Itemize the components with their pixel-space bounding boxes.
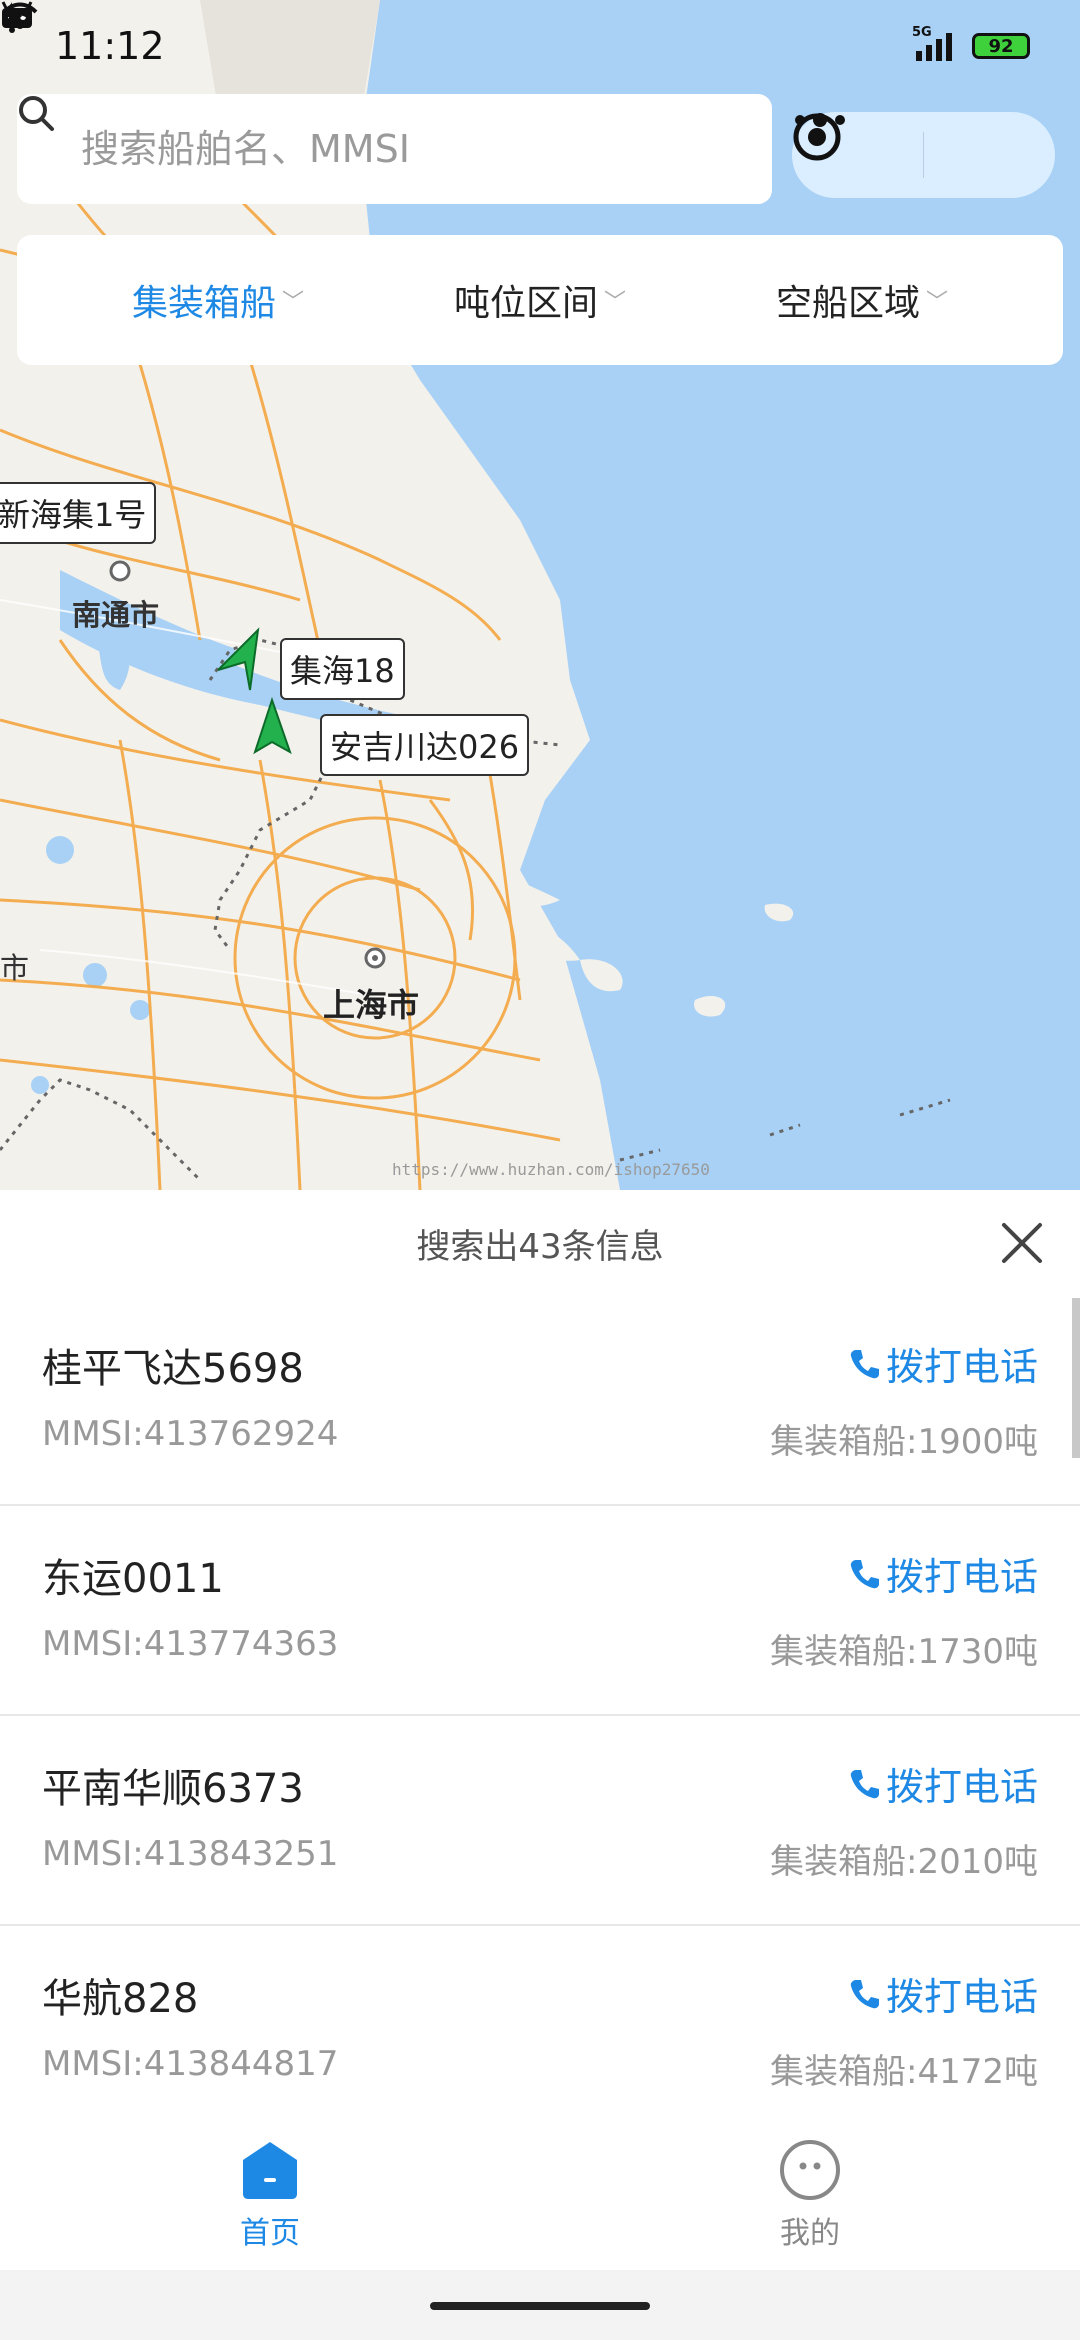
ship-name: 平南华顺6373 bbox=[42, 1766, 304, 1812]
call-button[interactable]: 拨打电话 bbox=[848, 1756, 1038, 1811]
scrollbar[interactable] bbox=[1072, 1298, 1080, 1458]
chevron-down-icon: ﹀ bbox=[604, 290, 627, 315]
search-icon bbox=[19, 96, 54, 131]
search-box[interactable] bbox=[17, 94, 772, 204]
list-item[interactable]: 桂平飞达5698 MMSI:413762924 拨打电话 集装箱船:1900吨 bbox=[0, 1296, 1080, 1506]
phone-icon bbox=[850, 1769, 879, 1798]
ship-name: 华航828 bbox=[42, 1976, 199, 2022]
call-label: 拨打电话 bbox=[885, 1345, 1038, 1389]
ship-label[interactable]: 集海18 bbox=[280, 638, 405, 700]
ship-name: 东运0011 bbox=[42, 1556, 224, 1602]
chevron-down-icon: ﹀ bbox=[926, 290, 949, 315]
filter-ship-type[interactable]: 集装箱船 ﹀ bbox=[132, 274, 304, 326]
filter-empty-ship-area[interactable]: 空船区域 ﹀ bbox=[776, 274, 948, 326]
ship-list[interactable]: 桂平飞达5698 MMSI:413762924 拨打电话 集装箱船:1900吨 … bbox=[0, 1296, 1080, 2120]
tab-bar: 首页 我的 bbox=[0, 2120, 1080, 2270]
ship-type-tonnage: 集装箱船:1900吨 bbox=[770, 1422, 1038, 1462]
home-icon bbox=[243, 2142, 297, 2199]
tab-home[interactable]: 首页 bbox=[0, 2120, 540, 2270]
target-close-icon bbox=[793, 113, 841, 161]
profile-face-icon bbox=[780, 2140, 840, 2200]
call-button[interactable]: 拨打电话 bbox=[848, 1966, 1038, 2021]
ship-mmsi: MMSI:413843251 bbox=[42, 1834, 339, 1874]
list-item[interactable]: 华航828 MMSI:413844817 拨打电话 集装箱船:4172吨 bbox=[0, 1926, 1080, 2120]
ship-type-tonnage: 集装箱船:1730吨 bbox=[770, 1632, 1038, 1672]
ship-name: 桂平飞达5698 bbox=[42, 1346, 304, 1392]
ship-mmsi: MMSI:413762924 bbox=[42, 1414, 339, 1454]
filter-bar: 集装箱船 ﹀ 吨位区间 ﹀ 空船区域 ﹀ bbox=[17, 235, 1063, 365]
results-summary: 搜索出43条信息 bbox=[416, 1226, 664, 1267]
call-button[interactable]: 拨打电话 bbox=[848, 1546, 1038, 1601]
tab-mine[interactable]: 我的 bbox=[540, 2120, 1080, 2270]
tab-mine-label: 我的 bbox=[780, 2216, 840, 2251]
ship-label[interactable]: 安吉川达026 bbox=[320, 714, 530, 776]
tab-home-label: 首页 bbox=[240, 2216, 300, 2251]
call-label: 拨打电话 bbox=[885, 1555, 1038, 1599]
results-header: 搜索出43条信息 bbox=[0, 1190, 1080, 1296]
cellular-signal-icon: 5G bbox=[912, 25, 956, 63]
charging-bolt-icon bbox=[2, 2, 18, 28]
city-label-shanghai: 上海市 bbox=[323, 986, 420, 1024]
list-item[interactable]: 平南华顺6373 MMSI:413843251 拨打电话 集装箱船:2010吨 bbox=[0, 1716, 1080, 1926]
call-label: 拨打电话 bbox=[885, 1765, 1038, 1809]
search-input[interactable] bbox=[79, 126, 703, 172]
battery-level: 92 bbox=[972, 33, 1030, 59]
close-icon[interactable] bbox=[994, 1215, 1050, 1271]
filter-tonnage[interactable]: 吨位区间 ﹀ bbox=[454, 274, 626, 326]
map-view[interactable]: 南通市 上海市 市 新海集1号 集海18 安吉川达026 https://www… bbox=[0, 0, 1080, 1190]
phone-icon bbox=[850, 1559, 879, 1588]
mini-program-capsule bbox=[792, 112, 1055, 198]
phone-icon bbox=[850, 1349, 879, 1378]
ship-type-tonnage: 集装箱船:2010吨 bbox=[770, 1842, 1038, 1882]
filter-label: 空船区域 bbox=[775, 283, 920, 324]
list-item[interactable]: 东运0011 MMSI:413774363 拨打电话 集装箱船:1730吨 bbox=[0, 1506, 1080, 1716]
city-label-partial: 市 bbox=[0, 951, 30, 985]
ship-mmsi: MMSI:413844817 bbox=[42, 2044, 339, 2084]
ship-type-tonnage: 集装箱船:4172吨 bbox=[770, 2052, 1038, 2092]
phone-icon bbox=[850, 1979, 879, 2008]
ship-label[interactable]: 新海集1号 bbox=[0, 482, 157, 544]
filter-label: 吨位区间 bbox=[453, 283, 598, 324]
city-label-nantong: 南通市 bbox=[72, 598, 160, 632]
chevron-down-icon: ﹀ bbox=[282, 290, 305, 315]
call-label: 拨打电话 bbox=[885, 1975, 1038, 2019]
results-sheet: 搜索出43条信息 桂平飞达5698 MMSI:413762924 拨打电话 集装… bbox=[0, 1190, 1080, 2120]
status-time: 11:12 bbox=[55, 24, 165, 68]
map-watermark: https://www.huzhan.com/ishop27650 bbox=[392, 1160, 710, 1179]
status-bar: 11:12 5G 92 bbox=[0, 0, 1080, 92]
ship-mmsi: MMSI:413774363 bbox=[42, 1624, 339, 1664]
call-button[interactable]: 拨打电话 bbox=[848, 1336, 1038, 1391]
filter-label: 集装箱船 bbox=[131, 283, 276, 324]
close-mini-program-button[interactable] bbox=[793, 112, 1055, 198]
home-indicator[interactable] bbox=[430, 2302, 650, 2310]
